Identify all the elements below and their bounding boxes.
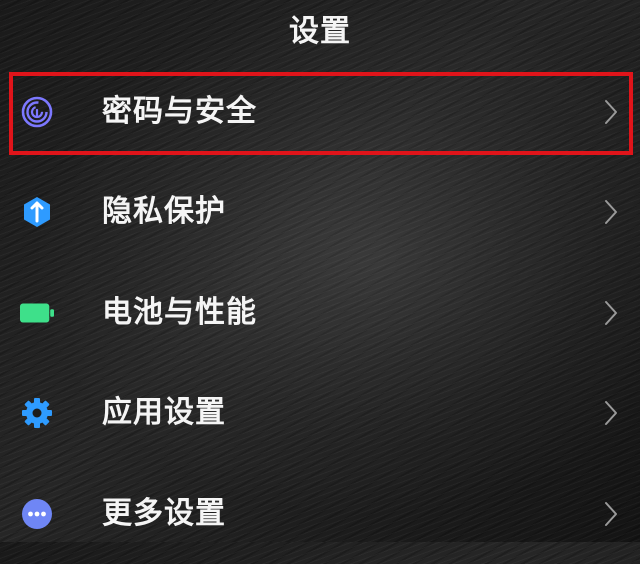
settings-item-password-security[interactable]: 密码与安全 [0, 62, 640, 162]
chevron-right-icon [605, 200, 617, 224]
settings-item-more-settings[interactable]: 更多设置 [0, 464, 640, 564]
chevron-right-icon [605, 502, 617, 526]
fingerprint-icon [20, 95, 54, 129]
header-bar: 设置 [0, 0, 640, 56]
chevron-right-icon [605, 100, 617, 124]
settings-item-label: 更多设置 [102, 496, 226, 531]
gear-icon [20, 396, 54, 430]
settings-item-privacy[interactable]: 隐私保护 [0, 162, 640, 262]
battery-icon [20, 296, 54, 330]
settings-item-label: 密码与安全 [102, 94, 257, 129]
chevron-right-icon [605, 301, 617, 325]
settings-item-label: 隐私保护 [102, 194, 226, 229]
settings-item-label: 应用设置 [102, 395, 226, 430]
privacy-shield-icon [20, 195, 54, 229]
settings-item-label: 电池与性能 [102, 295, 257, 330]
chevron-right-icon [605, 401, 617, 425]
settings-item-app-settings[interactable]: 应用设置 [0, 363, 640, 463]
more-icon [20, 497, 54, 531]
page-title: 设置 [289, 14, 351, 49]
settings-item-battery-performance[interactable]: 电池与性能 [0, 263, 640, 363]
